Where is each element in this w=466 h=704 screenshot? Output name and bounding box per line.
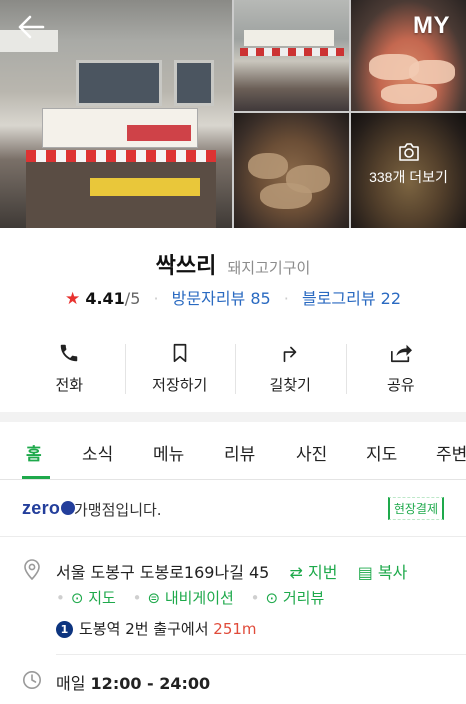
share-icon <box>390 344 412 363</box>
subway-exit: 2번 출구에서 <box>125 620 209 638</box>
tab-map[interactable]: 지도 <box>366 440 397 465</box>
separator-dot: · <box>153 289 159 308</box>
action-bar: 전화 저장하기 길찾기 공유 <box>14 336 456 402</box>
subway-distance: 251m <box>213 620 257 638</box>
navigation-link[interactable]: ⊜ 내비게이션 <box>147 589 233 607</box>
phone-icon <box>61 344 78 362</box>
separator-dot: · <box>283 289 289 308</box>
tab-menu[interactable]: 메뉴 <box>153 440 184 465</box>
arrow-left-icon <box>18 15 45 39</box>
place-name: 싹쓰리 <box>155 254 217 279</box>
share-label: 공유 <box>386 376 415 394</box>
business-hours[interactable]: 매일 12:00 - 24:00 <box>56 670 210 694</box>
copy-icon: ▤ <box>357 563 373 582</box>
call-button[interactable]: 전화 <box>14 336 125 402</box>
tab-nearby[interactable]: 주변 <box>436 440 466 465</box>
tab-home[interactable]: 홈 <box>26 440 42 465</box>
zero-pay-logo: zero <box>22 498 76 519</box>
directions-label: 길찾기 <box>269 376 311 394</box>
subway-station: 도봉역 <box>79 620 121 638</box>
visitor-reviews-link[interactable]: 방문자리뷰 85 <box>172 289 271 308</box>
rating-summary: ★ 4.41/5 · 방문자리뷰 85 · 블로그리뷰 22 <box>0 285 466 309</box>
subway-line-badge: 1 <box>56 621 73 638</box>
info-divider <box>56 654 466 655</box>
active-tab-indicator <box>22 476 50 479</box>
copy-address-button[interactable]: ▤ 복사 <box>358 563 408 582</box>
address-links: • ⊙ 지도 • ⊜ 내비게이션 • ⊙ 거리뷰 <box>56 589 325 607</box>
blog-reviews-link[interactable]: 블로그리뷰 22 <box>302 289 401 308</box>
place-category: 돼지고기구이 <box>227 259 311 277</box>
address-text: 서울 도봉구 도봉로169나길 45 <box>56 563 270 582</box>
street-view-icon: ⊙ <box>265 589 279 607</box>
more-photos-label: 338개 더보기 <box>369 169 448 185</box>
photo-gallery[interactable]: 338개 더보기 MY <box>0 0 466 228</box>
subway-info: 1 도봉역 2번 출구에서 251m <box>56 618 257 639</box>
back-button[interactable] <box>14 10 48 44</box>
more-photos-button[interactable]: 338개 더보기 <box>351 143 466 187</box>
bookmark-icon <box>173 343 187 363</box>
pin-icon: ⊙ <box>70 589 84 607</box>
clock-icon <box>23 671 41 689</box>
zero-pay-text: 가맹점입니다. <box>74 501 162 519</box>
zero-pay-row: zero 가맹점입니다. 현장결제 <box>0 481 466 537</box>
address-row: 서울 도봉구 도봉로169나길 45 ⇄ 지번 ▤ 복사 <box>56 559 407 583</box>
save-button[interactable]: 저장하기 <box>124 336 236 402</box>
section-divider <box>0 412 466 422</box>
car-icon: ⊜ <box>147 589 161 607</box>
tab-reviews[interactable]: 리뷰 <box>224 440 255 465</box>
call-label: 전화 <box>55 376 84 394</box>
save-label: 저장하기 <box>152 376 208 394</box>
tab-bar: 홈 소식 메뉴 리뷰 사진 지도 주변 <box>0 422 466 480</box>
camera-icon <box>398 143 419 161</box>
share-button[interactable]: 공유 <box>345 336 457 402</box>
location-pin-icon <box>24 559 40 580</box>
photo-grill[interactable] <box>234 113 349 228</box>
photo-street[interactable] <box>234 0 349 111</box>
hours-days: 매일 <box>56 674 86 693</box>
directions-icon <box>283 346 297 363</box>
street-view-link[interactable]: ⊙ 거리뷰 <box>265 589 324 607</box>
jibun-toggle[interactable]: ⇄ 지번 <box>290 563 338 582</box>
onsite-payment-badge: 현장결제 <box>387 497 444 520</box>
star-icon: ★ <box>64 289 81 309</box>
tab-photos[interactable]: 사진 <box>296 440 327 465</box>
rating-score: 4.41 <box>85 289 125 308</box>
hours-time: 12:00 - 24:00 <box>90 674 211 693</box>
swap-icon: ⇄ <box>289 563 303 582</box>
place-title: 싹쓰리 돼지고기구이 <box>0 248 466 280</box>
my-button[interactable]: MY <box>413 12 450 40</box>
directions-button[interactable]: 길찾기 <box>235 336 346 402</box>
tab-news[interactable]: 소식 <box>82 440 113 465</box>
rating-max: /5 <box>124 289 141 308</box>
map-link[interactable]: ⊙ 지도 <box>71 589 116 607</box>
